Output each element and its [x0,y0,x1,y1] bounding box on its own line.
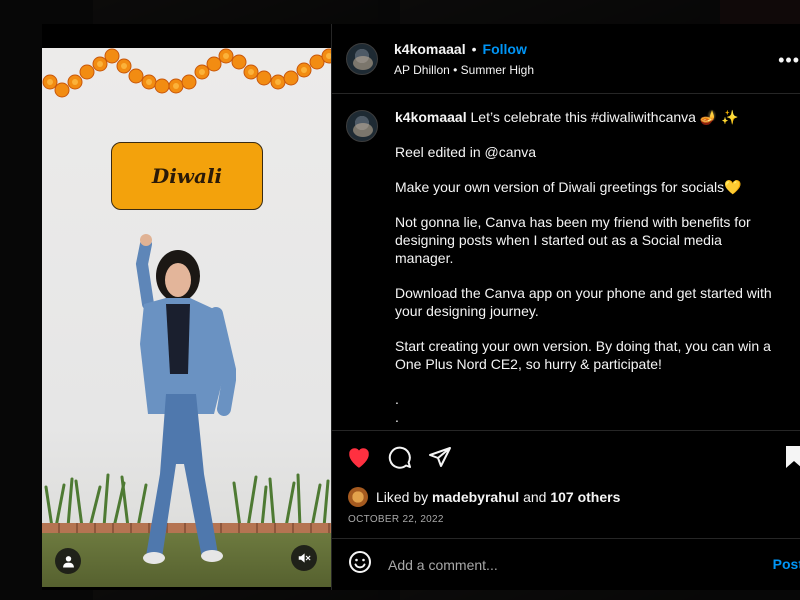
comment-input[interactable] [388,556,688,573]
comment-button[interactable] [388,445,412,469]
caption-paragraph: Start creating your own version. By doin… [395,338,775,372]
likes-prefix: Liked by [376,489,429,505]
avatar[interactable] [346,110,378,142]
person-icon [62,555,74,567]
caption-section: k4komaaal Let’s celebrate this #diwaliwi… [332,94,800,430]
more-options-button[interactable]: ••• [778,50,800,71]
separator-dot: • [471,40,477,57]
speaker-muted-icon [298,553,311,563]
person-figure [135,234,236,564]
comment-bubble-icon [388,446,411,469]
tagged-people-button[interactable] [55,548,81,574]
smiley-icon [349,551,371,573]
post-details-panel: k4komaaal • Follow AP Dhillon • Summer H… [331,24,800,590]
audio-link[interactable]: AP Dhillon • Summer High [394,63,534,77]
diwali-sign: Diwali [111,142,263,210]
bookmark-icon [786,446,800,468]
diwali-sign-text: Diwali [151,164,223,188]
save-button[interactable] [784,445,800,469]
caption-text: k4komaaal Let’s celebrate this #diwaliwi… [395,108,784,430]
action-bar [332,430,800,482]
like-button[interactable] [346,445,372,469]
caption-paragraph: Not gonna lie, Canva has been my friend … [395,214,755,266]
caption-paragraph: Make your own version of Diwali greeting… [395,179,742,195]
share-button[interactable] [428,445,452,469]
username-link[interactable]: k4komaaal [394,41,466,57]
caption-username[interactable]: k4komaaal [395,109,467,125]
liker-avatar[interactable] [348,487,368,507]
caption-paragraph: Download the Canva app on your phone and… [395,285,776,319]
heart-filled-icon [349,447,369,468]
post-header: k4komaaal • Follow AP Dhillon • Summer H… [332,24,800,94]
emoji-button[interactable] [348,550,372,579]
mute-button[interactable] [291,545,317,571]
caption-paragraph: k4komaaal Let’s celebrate this #diwaliwi… [395,109,739,125]
reel-video[interactable]: Diwali [42,48,331,587]
likes-middle: and [523,489,547,505]
avatar[interactable] [346,42,378,75]
marigold-garland [42,48,331,98]
liker-username[interactable]: madebyrahul [432,489,519,505]
follow-button[interactable]: Follow [483,41,527,57]
post-comment-button[interactable]: Post [773,556,800,572]
post-modal: Diwali k4komaaal • Follow AP Dhillon • S… [42,24,800,590]
caption-paragraph: . . [395,391,399,425]
post-date: OCTOBER 22, 2022 [348,514,444,525]
comment-bar: Post [332,538,800,590]
paper-plane-icon [429,446,451,467]
likes-summary: Liked by madebyrahul and 107 others [332,482,800,508]
likes-count-link[interactable]: 107 others [550,489,620,505]
caption-paragraph: Reel edited in @canva [395,144,537,160]
